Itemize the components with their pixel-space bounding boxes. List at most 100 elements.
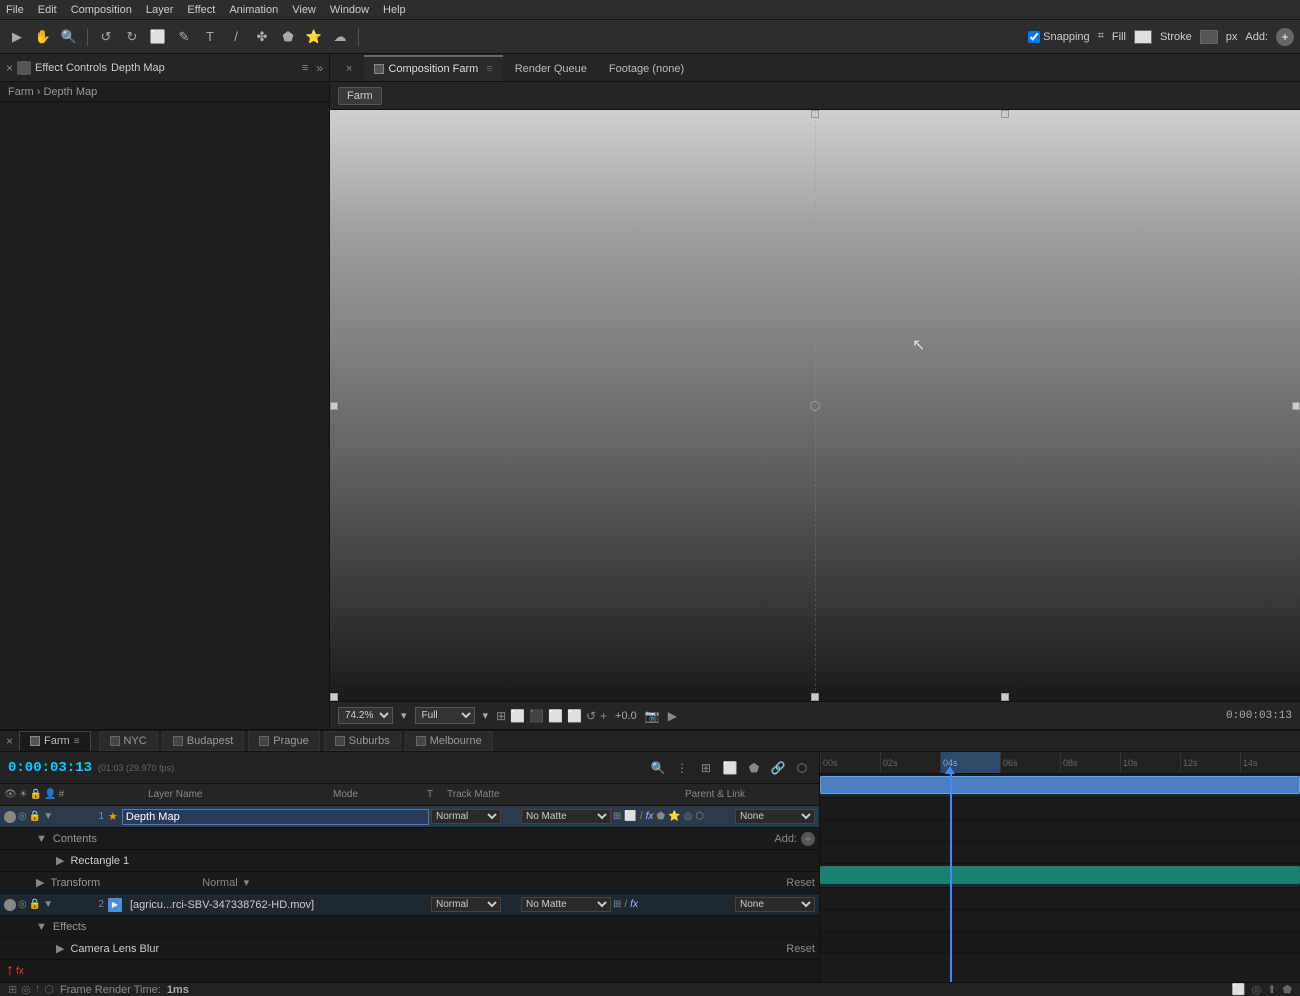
preview-close-x[interactable]: × — [346, 63, 352, 75]
layer-1-switch-6[interactable]: ◎ — [684, 811, 693, 822]
stroke-swatch[interactable] — [1200, 30, 1218, 44]
grid-icon[interactable]: ⊞ — [496, 709, 506, 723]
panel-menu-icon[interactable]: ≡ — [302, 62, 308, 74]
tool-redo[interactable]: ↻ — [121, 26, 143, 48]
snapping-checkbox[interactable] — [1028, 31, 1040, 43]
tl-icon-2[interactable]: ⊞ — [697, 759, 715, 777]
tool-star[interactable]: ⭐ — [303, 26, 325, 48]
transform-handle-bottom-right[interactable] — [1001, 693, 1009, 701]
reset-label[interactable]: Reset — [786, 877, 815, 889]
menu-layer[interactable]: Layer — [146, 4, 174, 16]
bottom-right-icon-2[interactable]: ◎ — [1252, 983, 1262, 996]
zoom-select[interactable]: 74.2% 50% 100% — [338, 707, 393, 724]
layer-2-parent-select[interactable]: None — [735, 897, 815, 912]
tool-zoom[interactable]: 🔍 — [58, 26, 80, 48]
menu-animation[interactable]: Animation — [229, 4, 278, 16]
tl-icon-3[interactable]: ⬜ — [721, 759, 739, 777]
layer-1-switch-5[interactable]: ⭐ — [668, 811, 680, 822]
layer-1-switch-3[interactable]: / — [640, 811, 643, 822]
fill-swatch[interactable] — [1134, 30, 1152, 44]
layer-2-switch-2[interactable]: / — [624, 899, 627, 910]
normal-dropdown-icon[interactable]: ▾ — [244, 876, 250, 889]
blur-reset-label[interactable]: Reset — [786, 943, 815, 955]
track-fill-layer-2[interactable] — [820, 866, 1300, 884]
refresh-icon[interactable]: ↺ — [586, 709, 596, 723]
layer-1-collapse[interactable]: ▼ — [43, 811, 53, 822]
rect-expand[interactable]: ▶ — [56, 854, 64, 867]
layer-1-switch-2[interactable]: ⬜ — [624, 811, 636, 822]
menu-effect[interactable]: Effect — [187, 4, 215, 16]
layer-row-1[interactable]: ◎ 🔒 ▼ 1 ★ Normal No Matte ⊞ — [0, 806, 819, 828]
current-time-display[interactable]: 0:00:03:13 — [8, 760, 92, 776]
menu-view[interactable]: View — [292, 4, 316, 16]
view-icon[interactable]: ⬜ — [567, 709, 582, 723]
tab-menu-icon[interactable]: ≡ — [486, 63, 492, 75]
tab-render-queue[interactable]: Render Queue — [505, 55, 597, 81]
timeline-tab-farm[interactable]: Farm ≡ — [19, 731, 91, 751]
track-fill-layer-1[interactable] — [820, 776, 1300, 794]
bottom-icon-1[interactable]: ⊞ — [8, 983, 17, 996]
layer-1-name-input[interactable] — [122, 809, 429, 825]
tool-pen[interactable]: ✎ — [173, 26, 195, 48]
display-icon[interactable]: ⬜ — [510, 709, 525, 723]
plus-icon[interactable]: + — [600, 709, 607, 723]
add-contents-button[interactable]: + — [801, 832, 815, 846]
add-button[interactable]: + — [1276, 28, 1294, 46]
tl-icon-4[interactable]: ⬟ — [745, 759, 763, 777]
menu-edit[interactable]: Edit — [38, 4, 57, 16]
tool-text[interactable]: T — [199, 26, 221, 48]
comp-farm-button[interactable]: Farm — [338, 87, 382, 105]
extra-comp-suburbs[interactable]: Suburbs — [324, 731, 401, 751]
bottom-right-icon-3[interactable]: ⬆ — [1267, 983, 1276, 996]
quality-select[interactable]: Full Half Quarter — [415, 707, 475, 724]
layer-1-switch-1[interactable]: ⊞ — [613, 811, 621, 822]
extra-comp-nyc[interactable]: NYC — [99, 731, 158, 751]
effects-expand[interactable]: ▼ — [36, 921, 47, 933]
tl-icon-5[interactable]: 🔗 — [769, 759, 787, 777]
bottom-icon-2[interactable]: ◎ — [21, 983, 31, 996]
menu-window[interactable]: Window — [330, 4, 369, 16]
layer-2-visibility[interactable] — [4, 899, 16, 911]
layer-1-switch-4[interactable]: ⬟ — [656, 811, 665, 822]
transform-expand[interactable]: ▶ — [36, 876, 44, 889]
tab-footage[interactable]: Footage (none) — [599, 55, 694, 81]
bottom-right-icon-4[interactable]: ⬟ — [1282, 983, 1292, 996]
panel-expand-icon[interactable]: » — [316, 61, 323, 75]
panel-close-button[interactable]: × — [6, 61, 13, 75]
layer-1-lock[interactable]: 🔒 — [29, 811, 41, 822]
layer-2-collapse[interactable]: ▼ — [43, 899, 53, 910]
tool-line[interactable]: / — [225, 26, 247, 48]
tool-shape[interactable]: ⬟ — [277, 26, 299, 48]
search-layers-button[interactable]: 🔍 — [649, 759, 667, 777]
farm-tab-close[interactable]: ≡ — [74, 736, 80, 747]
transform-handle-mid-right[interactable] — [1292, 402, 1300, 410]
timeline-close-x[interactable]: × — [6, 734, 13, 748]
layer-1-mode-select[interactable]: Normal — [431, 809, 501, 824]
layer-2-solo[interactable]: ◎ — [18, 899, 27, 910]
extra-comp-budapest[interactable]: Budapest — [162, 731, 244, 751]
blur-expand[interactable]: ▶ — [56, 942, 64, 955]
safe-icon[interactable]: ⬛ — [529, 709, 544, 723]
extra-comp-melbourne[interactable]: Melbourne — [405, 731, 493, 751]
tool-undo[interactable]: ↺ — [95, 26, 117, 48]
preview-toggle[interactable]: ▶ — [668, 709, 677, 723]
camera-icon[interactable]: 📷 — [645, 709, 660, 723]
layer-1-visibility[interactable] — [4, 811, 16, 823]
menu-help[interactable]: Help — [383, 4, 406, 16]
layer-1-parent-select[interactable]: None — [735, 809, 815, 824]
extra-comp-prague[interactable]: Prague — [248, 731, 319, 751]
layer-1-solo[interactable]: ◎ — [18, 811, 27, 822]
transform-handle-bottom-left[interactable] — [330, 693, 338, 701]
tab-composition-farm[interactable]: Composition Farm ≡ — [364, 55, 502, 81]
bottom-right-icon-1[interactable]: ⬜ — [1232, 983, 1246, 996]
tool-move[interactable]: ✤ — [251, 26, 273, 48]
bottom-icon-4[interactable]: ⬡ — [44, 983, 54, 996]
layer-2-mode-select[interactable]: Normal — [431, 897, 501, 912]
transform-handle-top-right[interactable] — [1001, 110, 1009, 118]
layer-1-switch-7[interactable]: ⬡ — [695, 811, 704, 822]
layer-2-matte-select[interactable]: No Matte — [521, 897, 611, 912]
center-point[interactable] — [810, 401, 820, 411]
transform-handle-mid-left[interactable] — [330, 402, 338, 410]
menu-file[interactable]: File — [6, 4, 24, 16]
layer-2-lock[interactable]: 🔒 — [29, 899, 41, 910]
